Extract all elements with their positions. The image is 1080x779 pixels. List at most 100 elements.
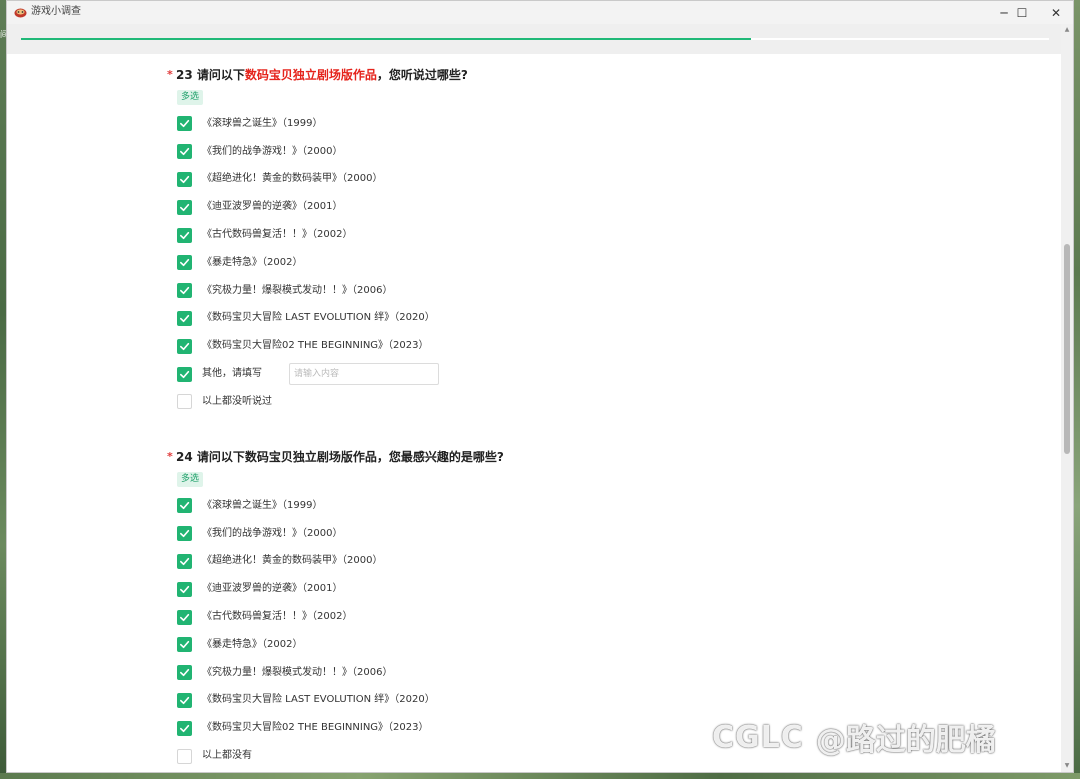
- option-row[interactable]: 《迪亚波罗兽的逆袭》（2001）: [177, 193, 867, 221]
- option-row[interactable]: 《迪亚波罗兽的逆袭》（2001）: [177, 575, 867, 603]
- watermark: CGLC @路过的肥橘: [712, 713, 996, 761]
- multi-select-tag: 多选: [177, 472, 204, 487]
- checkbox-checked[interactable]: [177, 665, 192, 681]
- option-row[interactable]: 《古代数码兽复活！！》（2002）: [177, 603, 867, 631]
- question-number: 23: [176, 68, 193, 82]
- option-label: 《数码宝贝大冒险 LAST EVOLUTION 绊》（2020）: [202, 694, 435, 706]
- question-title: * 23 请问以下数码宝贝独立剧场版作品，您听说过哪些?: [167, 66, 867, 84]
- checkbox-checked[interactable]: [177, 498, 192, 514]
- option-label: 《究极力量！爆裂模式发动！！》（2006）: [202, 284, 393, 296]
- question-title-highlight: 数码宝贝独立剧场版作品: [244, 68, 377, 82]
- option-label: 《滚球兽之诞生》（1999）: [202, 499, 323, 511]
- checkbox-checked[interactable]: [177, 338, 192, 354]
- checkmark-icon: [180, 287, 190, 295]
- option-label: 《迪亚波罗兽的逆袭》（2001）: [202, 201, 343, 213]
- option-row[interactable]: 《究极力量！爆裂模式发动！！》（2006）: [177, 277, 867, 305]
- checkmark-icon: [180, 613, 190, 621]
- multi-select-tag: 多选: [177, 90, 204, 105]
- checkmark-icon: [180, 641, 190, 649]
- option-row[interactable]: 《滚球兽之诞生》（1999）: [177, 492, 867, 520]
- checkbox-checked[interactable]: [177, 227, 192, 243]
- checkmark-icon: [180, 557, 190, 566]
- checkmark-icon: [180, 203, 190, 211]
- option-row[interactable]: 《超绝进化！黄金的数码装甲》（2000）: [177, 166, 867, 194]
- option-row[interactable]: 《滚球兽之诞生》（1999）: [177, 110, 867, 138]
- option-label: 《超绝进化！黄金的数码装甲》（2000）: [202, 555, 383, 567]
- checkbox-checked[interactable]: [177, 144, 192, 160]
- option-row[interactable]: 《数码宝贝大冒险 LAST EVOLUTION 绊》（2020）: [177, 305, 867, 333]
- survey-content: * 23 请问以下数码宝贝独立剧场版作品，您听说过哪些? 多选 《滚球兽之诞生》（…: [7, 54, 1061, 772]
- checkmark-icon: [180, 370, 190, 378]
- option-label: 《数码宝贝大冒险02 THE BEGINNING》（2023）: [202, 722, 429, 734]
- scrollbar-thumb[interactable]: [1064, 244, 1070, 454]
- maximize-button[interactable]: ☐: [1005, 1, 1039, 24]
- checkmark-icon: [180, 231, 190, 239]
- option-row[interactable]: 《我们的战争游戏！》（2000）: [177, 138, 867, 166]
- checkmark-icon: [180, 314, 190, 323]
- option-label: 《暴走特急》（2002）: [202, 256, 303, 268]
- question-23: * 23 请问以下数码宝贝独立剧场版作品，您听说过哪些? 多选 《滚球兽之诞生》（…: [167, 66, 867, 416]
- option-label: 《数码宝贝大冒险 LAST EVOLUTION 绊》（2020）: [202, 312, 435, 324]
- option-row[interactable]: 《超绝进化！黄金的数码装甲》（2000）: [177, 548, 867, 576]
- checkbox-checked[interactable]: [177, 255, 192, 271]
- required-star: *: [167, 450, 173, 463]
- option-row[interactable]: 《暴走特急》（2002）: [177, 631, 867, 659]
- checkbox-checked[interactable]: [177, 171, 192, 187]
- checkmark-icon: [180, 175, 190, 184]
- checkbox-unchecked[interactable]: [177, 748, 192, 764]
- option-row[interactable]: 《数码宝贝大冒险02 THE BEGINNING》（2023）: [177, 332, 867, 360]
- option-row[interactable]: 《古代数码兽复活！！》（2002）: [177, 221, 867, 249]
- question-number: 24: [176, 450, 193, 464]
- checkbox-checked[interactable]: [177, 366, 192, 382]
- checkbox-checked[interactable]: [177, 310, 192, 326]
- scroll-up-icon[interactable]: ▲: [1063, 26, 1071, 34]
- option-label: 以上都没听说过: [202, 395, 272, 407]
- checkmark-icon: [180, 502, 190, 510]
- other-text-input[interactable]: [289, 363, 439, 386]
- checkmark-icon: [180, 696, 190, 705]
- option-label: 《古代数码兽复活！！》（2002）: [202, 229, 353, 241]
- option-row[interactable]: 《究极力量！爆裂模式发动！！》（2006）: [177, 659, 867, 687]
- checkbox-checked[interactable]: [177, 637, 192, 653]
- watermark-logo: CGLC: [712, 719, 804, 755]
- checkbox-checked[interactable]: [177, 199, 192, 215]
- question-title: * 24 请问以下数码宝贝独立剧场版作品，您最感兴趣的是哪些?: [167, 448, 867, 466]
- checkbox-checked[interactable]: [177, 581, 192, 597]
- option-label: 其他，请填写: [202, 368, 262, 380]
- scroll-down-icon[interactable]: ▼: [1063, 762, 1071, 770]
- checkbox-unchecked[interactable]: [177, 394, 192, 410]
- progress-track: [21, 38, 1049, 40]
- option-row[interactable]: 以上都没听说过: [177, 388, 867, 416]
- checkbox-checked[interactable]: [177, 692, 192, 708]
- vertical-scrollbar[interactable]: ▲ ▼: [1061, 24, 1073, 772]
- checkbox-checked[interactable]: [177, 116, 192, 132]
- required-star: *: [167, 68, 173, 81]
- option-row[interactable]: 其他，请填写: [177, 360, 867, 388]
- question-title-prefix: 请问以下: [196, 68, 245, 82]
- progress-fill: [21, 38, 751, 40]
- window-title: 游戏小调查: [31, 6, 81, 17]
- option-label: 《数码宝贝大冒险02 THE BEGINNING》（2023）: [202, 340, 429, 352]
- option-label: 以上都没有: [202, 750, 252, 762]
- option-row[interactable]: 《数码宝贝大冒险 LAST EVOLUTION 绊》（2020）: [177, 687, 867, 715]
- progress-area: [7, 24, 1061, 54]
- option-row[interactable]: 《暴走特急》（2002）: [177, 249, 867, 277]
- checkmark-icon: [180, 530, 190, 538]
- option-label: 《我们的战争游戏！》（2000）: [202, 527, 343, 539]
- option-label: 《迪亚波罗兽的逆袭》（2001）: [202, 583, 343, 595]
- option-row[interactable]: 《我们的战争游戏！》（2000）: [177, 520, 867, 548]
- option-label: 《古代数码兽复活！！》（2002）: [202, 611, 353, 623]
- desktop-background-right: [1074, 0, 1080, 779]
- checkmark-icon: [180, 585, 190, 593]
- option-label: 《究极力量！爆裂模式发动！！》（2006）: [202, 666, 393, 678]
- checkbox-checked[interactable]: [177, 553, 192, 569]
- checkbox-checked[interactable]: [177, 526, 192, 542]
- checkbox-checked[interactable]: [177, 283, 192, 299]
- title-bar[interactable]: 游戏小调查 ─ ☐ ✕: [7, 1, 1073, 24]
- checkbox-checked[interactable]: [177, 609, 192, 625]
- option-label: 《滚球兽之诞生》（1999）: [202, 117, 323, 129]
- checkmark-icon: [180, 120, 190, 128]
- close-button[interactable]: ✕: [1039, 1, 1073, 24]
- option-label: 《暴走特急》（2002）: [202, 638, 303, 650]
- checkbox-checked[interactable]: [177, 720, 192, 736]
